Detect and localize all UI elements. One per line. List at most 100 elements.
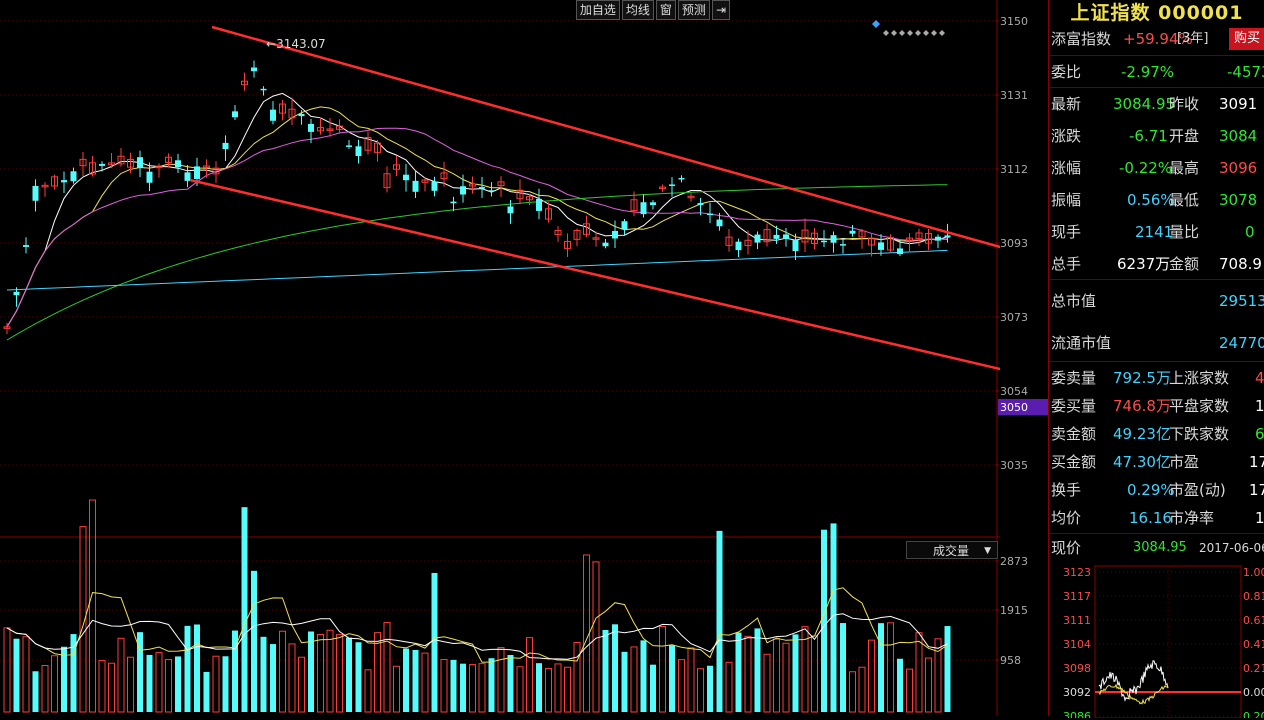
volume-bar (403, 648, 409, 712)
signal-diamond-icon (939, 30, 945, 36)
volume-bar (612, 624, 618, 712)
volume-bar (41, 665, 49, 713)
candle-body (935, 236, 941, 241)
signal-diamond-icon (899, 30, 905, 36)
volume-bar (98, 660, 106, 713)
volume-bar (241, 507, 248, 712)
volume-bar (478, 663, 486, 713)
volume-selector-label: 成交量 (933, 544, 970, 558)
volume-bar (735, 632, 742, 712)
pb-label: 市净率 (1169, 509, 1215, 527)
volume-bar (212, 655, 220, 713)
avg-price-label: 均价 (1051, 509, 1082, 527)
turnover-label: 换手 (1051, 481, 1082, 499)
volume-bar (184, 625, 191, 712)
volume-bar (821, 529, 827, 712)
exit-icon[interactable]: ⇥ (711, 0, 730, 20)
candle-body (412, 180, 419, 192)
divider (1049, 361, 1264, 362)
candle-body (678, 178, 685, 180)
change-pct-value: -0.22% (1119, 159, 1173, 177)
commission-ratio-row: 委比 -2.97% -4573 (1049, 57, 1264, 87)
candle-body (251, 67, 257, 72)
turnover-value: 0.29% (1127, 481, 1175, 499)
volume-bar (526, 637, 533, 713)
candle-body (783, 234, 789, 240)
volume-bar (165, 659, 172, 713)
amount-value: 708.9 (1219, 255, 1262, 273)
volume-bar (393, 665, 400, 713)
commission-ratio-value: -2.97% (1121, 63, 1175, 81)
volume-bar (279, 630, 286, 713)
pe-label: 市盈 (1169, 453, 1200, 471)
volume-bar (906, 668, 913, 713)
price-axis-tick: 3073 (1000, 311, 1028, 324)
candle-body (308, 123, 314, 132)
mini-left-tick: 3117 (1063, 590, 1091, 603)
mini-left-tick: 3104 (1063, 638, 1091, 651)
volume-bar (440, 658, 448, 713)
buy-amount-value: 47.30亿 (1113, 453, 1171, 471)
candle-body (137, 157, 143, 168)
mini-right-tick: 0.21 (1243, 662, 1264, 675)
ma20-line (6, 127, 948, 328)
price-axis-tick: 3054 (1000, 385, 1028, 398)
volume-bar (383, 621, 391, 713)
candle-body (460, 186, 466, 195)
kline-chart-svg[interactable]: ←3143.07 (0, 0, 1166, 716)
forecast-button[interactable]: 预测 (677, 0, 710, 20)
volume-ratio-value: 0 (1245, 223, 1255, 241)
candle-body (431, 181, 438, 191)
quote-row: 总手 6237万 金额 708.9 (1049, 249, 1264, 279)
add-to-watchlist-button[interactable]: 加自选 (575, 0, 620, 20)
volume-bar (621, 651, 628, 712)
quote-row: 最新 3084.95 昨收 3091 (1049, 89, 1264, 119)
volume-bar (355, 642, 362, 712)
volume-bar (564, 666, 571, 713)
window-button[interactable]: 窗 (655, 0, 676, 20)
amount-label: 金额 (1169, 255, 1200, 273)
kline-chart-area[interactable]: ←3143.07 加自选 均线 窗 预测 ⇥ 成交量 ▼ (0, 0, 1166, 716)
candle-body (194, 166, 200, 179)
quote-row: 委买量 746.8万 平盘家数 1 (1049, 391, 1264, 421)
moving-average-button[interactable]: 均线 (621, 0, 654, 20)
sell-amount-value: 49.23亿 (1113, 425, 1171, 443)
candle-body (735, 241, 742, 251)
current-price-value: 3084.95 (1133, 540, 1187, 555)
volume-bar (697, 668, 704, 713)
buy-amount-label: 买金额 (1051, 453, 1097, 471)
quote-row: 现手 2141 量比 0 (1049, 217, 1264, 247)
candle-body (602, 242, 609, 247)
market-cap-value: 295131 (1219, 292, 1264, 310)
volume-bar (89, 499, 96, 713)
volume-bar (792, 634, 799, 712)
volume-bar (573, 642, 581, 713)
candle-body (450, 201, 457, 204)
volume-indicator-selector[interactable]: 成交量 ▼ (906, 541, 998, 559)
volume-bar (421, 652, 429, 713)
mini-right-tick: 0.00 (1243, 686, 1264, 699)
amplitude-label: 振幅 (1051, 191, 1082, 209)
volume-bar (678, 659, 685, 713)
volume-bar (317, 633, 324, 713)
volume-bar (70, 634, 77, 712)
candle-body (298, 113, 305, 117)
change-pct-label: 涨幅 (1051, 159, 1082, 177)
quote-panel: 上证指数 000001 添富指数 +59.94% [3年] 购买 委比 -2.9… (1048, 0, 1264, 718)
volume-bar (887, 622, 894, 713)
sell-amount-label: 卖金额 (1051, 425, 1097, 443)
last-volume-value: 2141 (1135, 223, 1174, 241)
mini-left-tick: 3092 (1063, 686, 1091, 699)
signal-diamond-icon (883, 30, 889, 36)
market-cap-row: 总市值 295131 (1049, 286, 1264, 316)
volume-bar (270, 644, 276, 712)
float-cap-row: 流通市值 247704 (1049, 328, 1264, 358)
candle-body (70, 171, 77, 182)
volume-axis-tick: 1915 (1000, 604, 1028, 617)
signal-diamond-icon (907, 30, 913, 36)
buy-button[interactable]: 购买 (1229, 28, 1264, 50)
volume-bar (725, 661, 733, 713)
candle-body (222, 142, 229, 150)
volume-bar (460, 663, 466, 712)
intraday-mini-chart[interactable]: 3123 1.00 3117 0.81 3111 0.61 3104 0.41 3098 0.21… (1049, 562, 1264, 718)
